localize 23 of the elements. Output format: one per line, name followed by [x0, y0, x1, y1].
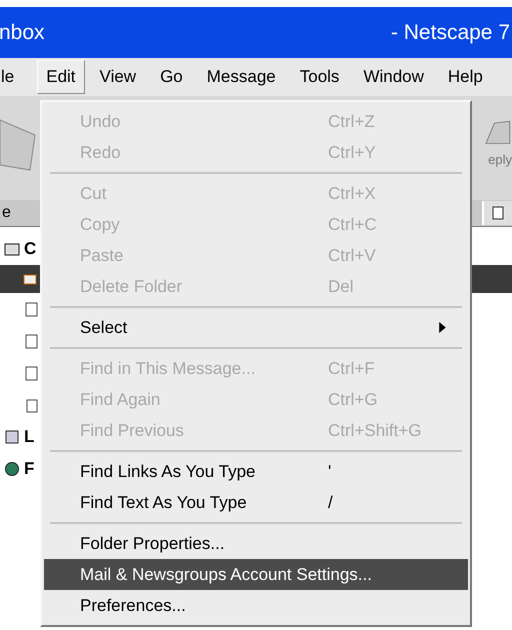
folder-label[interactable]: F: [24, 459, 34, 479]
menu-item[interactable]: Tools: [290, 60, 348, 94]
column-header[interactable]: [482, 201, 512, 225]
menu-item[interactable]: View: [90, 60, 146, 94]
menu-item[interactable]: Folder Properties...: [44, 528, 468, 559]
folder-label[interactable]: C: [24, 239, 36, 259]
document-icon: [492, 206, 504, 220]
menu-item[interactable]: Select: [44, 312, 468, 343]
menu-item[interactable]: Window: [354, 60, 433, 94]
menu-item[interactable]: Mail & Newsgroups Account Settings...: [44, 559, 468, 590]
window-title: - Netscape 7: [390, 20, 511, 44]
menu-item[interactable]: Edit: [37, 60, 85, 94]
menu-item[interactable]: Help: [438, 60, 492, 94]
menu-item[interactable]: le: [0, 60, 24, 94]
menu-item[interactable]: Find Links As You Type ': [44, 456, 468, 487]
window-title: nbox: [0, 20, 46, 44]
submenu-arrow-icon: [439, 322, 446, 333]
column-header[interactable]: e: [0, 204, 11, 222]
menu-item[interactable]: Go: [151, 60, 192, 94]
menu-item[interactable]: Message: [198, 60, 285, 94]
menu-item[interactable]: Find Text As You Type /: [44, 487, 468, 518]
folder-label[interactable]: L: [24, 427, 34, 447]
menu-item[interactable]: Preferences...: [44, 590, 468, 621]
